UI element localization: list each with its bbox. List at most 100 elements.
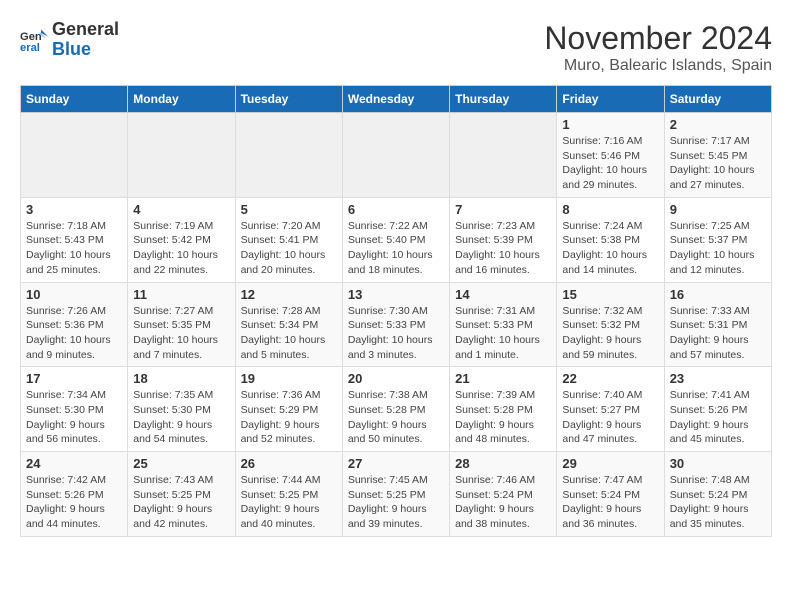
calendar-cell: 5 Sunrise: 7:20 AMSunset: 5:41 PMDaylight… bbox=[235, 197, 342, 282]
day-info: Sunrise: 7:20 AMSunset: 5:41 PMDaylight:… bbox=[241, 219, 337, 278]
header-day-thursday: Thursday bbox=[450, 86, 557, 113]
day-number: 17 bbox=[26, 371, 122, 386]
day-info: Sunrise: 7:48 AMSunset: 5:24 PMDaylight:… bbox=[670, 473, 766, 532]
calendar-cell: 9 Sunrise: 7:25 AMSunset: 5:37 PMDaylight… bbox=[664, 197, 771, 282]
day-number: 15 bbox=[562, 287, 658, 302]
calendar-week-1: 3 Sunrise: 7:18 AMSunset: 5:43 PMDaylight… bbox=[21, 197, 772, 282]
day-info: Sunrise: 7:40 AMSunset: 5:27 PMDaylight:… bbox=[562, 388, 658, 447]
day-number: 22 bbox=[562, 371, 658, 386]
day-info: Sunrise: 7:31 AMSunset: 5:33 PMDaylight:… bbox=[455, 304, 551, 363]
day-number: 1 bbox=[562, 117, 658, 132]
day-number: 16 bbox=[670, 287, 766, 302]
day-number: 10 bbox=[26, 287, 122, 302]
day-info: Sunrise: 7:47 AMSunset: 5:24 PMDaylight:… bbox=[562, 473, 658, 532]
calendar-cell bbox=[235, 113, 342, 198]
calendar-cell: 16 Sunrise: 7:33 AMSunset: 5:31 PMDayligh… bbox=[664, 282, 771, 367]
header: Gen eral General Blue November 2024 Muro… bbox=[20, 20, 772, 75]
day-info: Sunrise: 7:30 AMSunset: 5:33 PMDaylight:… bbox=[348, 304, 444, 363]
day-number: 2 bbox=[670, 117, 766, 132]
day-info: Sunrise: 7:24 AMSunset: 5:38 PMDaylight:… bbox=[562, 219, 658, 278]
location-title: Muro, Balearic Islands, Spain bbox=[544, 57, 772, 75]
day-number: 26 bbox=[241, 456, 337, 471]
header-day-friday: Friday bbox=[557, 86, 664, 113]
day-number: 19 bbox=[241, 371, 337, 386]
month-title: November 2024 bbox=[544, 20, 772, 57]
calendar-cell: 19Sunrise: 7:36 AMSunset: 5:29 PMDayligh… bbox=[235, 367, 342, 452]
calendar-cell: 2 Sunrise: 7:17 AMSunset: 5:45 PMDaylight… bbox=[664, 113, 771, 198]
day-number: 20 bbox=[348, 371, 444, 386]
calendar-cell: 8 Sunrise: 7:24 AMSunset: 5:38 PMDaylight… bbox=[557, 197, 664, 282]
calendar-cell: 1 Sunrise: 7:16 AMSunset: 5:46 PMDaylight… bbox=[557, 113, 664, 198]
day-number: 3 bbox=[26, 202, 122, 217]
calendar-week-4: 24Sunrise: 7:42 AMSunset: 5:26 PMDayligh… bbox=[21, 452, 772, 537]
logo-general: General bbox=[52, 20, 119, 40]
svg-text:Gen: Gen bbox=[20, 31, 42, 43]
calendar-cell: 28 Sunrise: 7:46 AMSunset: 5:24 PMDayligh… bbox=[450, 452, 557, 537]
calendar-cell: 24Sunrise: 7:42 AMSunset: 5:26 PMDayligh… bbox=[21, 452, 128, 537]
day-number: 30 bbox=[670, 456, 766, 471]
day-number: 24 bbox=[26, 456, 122, 471]
day-number: 21 bbox=[455, 371, 551, 386]
calendar-cell: 20Sunrise: 7:38 AMSunset: 5:28 PMDayligh… bbox=[342, 367, 449, 452]
day-number: 18 bbox=[133, 371, 229, 386]
calendar-cell: 15 Sunrise: 7:32 AMSunset: 5:32 PMDayligh… bbox=[557, 282, 664, 367]
day-info: Sunrise: 7:32 AMSunset: 5:32 PMDaylight:… bbox=[562, 304, 658, 363]
day-info: Sunrise: 7:26 AMSunset: 5:36 PMDaylight:… bbox=[26, 304, 122, 363]
day-info: Sunrise: 7:28 AMSunset: 5:34 PMDaylight:… bbox=[241, 304, 337, 363]
day-info: Sunrise: 7:22 AMSunset: 5:40 PMDaylight:… bbox=[348, 219, 444, 278]
header-day-tuesday: Tuesday bbox=[235, 86, 342, 113]
day-number: 5 bbox=[241, 202, 337, 217]
day-number: 12 bbox=[241, 287, 337, 302]
day-number: 28 bbox=[455, 456, 551, 471]
day-info: Sunrise: 7:17 AMSunset: 5:45 PMDaylight:… bbox=[670, 134, 766, 193]
calendar-header-row: SundayMondayTuesdayWednesdayThursdayFrid… bbox=[21, 86, 772, 113]
day-info: Sunrise: 7:44 AMSunset: 5:25 PMDaylight:… bbox=[241, 473, 337, 532]
calendar-week-2: 10 Sunrise: 7:26 AMSunset: 5:36 PMDayligh… bbox=[21, 282, 772, 367]
calendar-cell bbox=[450, 113, 557, 198]
day-info: Sunrise: 7:16 AMSunset: 5:46 PMDaylight:… bbox=[562, 134, 658, 193]
calendar-cell: 27Sunrise: 7:45 AMSunset: 5:25 PMDayligh… bbox=[342, 452, 449, 537]
day-info: Sunrise: 7:46 AMSunset: 5:24 PMDaylight:… bbox=[455, 473, 551, 532]
day-info: Sunrise: 7:18 AMSunset: 5:43 PMDaylight:… bbox=[26, 219, 122, 278]
day-number: 9 bbox=[670, 202, 766, 217]
calendar-week-3: 17 Sunrise: 7:34 AMSunset: 5:30 PMDayligh… bbox=[21, 367, 772, 452]
day-info: Sunrise: 7:45 AMSunset: 5:25 PMDaylight:… bbox=[348, 473, 444, 532]
day-number: 14 bbox=[455, 287, 551, 302]
day-number: 7 bbox=[455, 202, 551, 217]
calendar-cell: 23Sunrise: 7:41 AMSunset: 5:26 PMDayligh… bbox=[664, 367, 771, 452]
header-day-saturday: Saturday bbox=[664, 86, 771, 113]
calendar-cell: 12 Sunrise: 7:28 AMSunset: 5:34 PMDayligh… bbox=[235, 282, 342, 367]
calendar-cell: 11 Sunrise: 7:27 AMSunset: 5:35 PMDayligh… bbox=[128, 282, 235, 367]
day-number: 8 bbox=[562, 202, 658, 217]
day-number: 11 bbox=[133, 287, 229, 302]
day-info: Sunrise: 7:25 AMSunset: 5:37 PMDaylight:… bbox=[670, 219, 766, 278]
day-number: 13 bbox=[348, 287, 444, 302]
calendar-cell: 25Sunrise: 7:43 AMSunset: 5:25 PMDayligh… bbox=[128, 452, 235, 537]
logo: Gen eral General Blue bbox=[20, 20, 119, 60]
calendar-cell: 13 Sunrise: 7:30 AMSunset: 5:33 PMDayligh… bbox=[342, 282, 449, 367]
day-info: Sunrise: 7:23 AMSunset: 5:39 PMDaylight:… bbox=[455, 219, 551, 278]
day-info: Sunrise: 7:33 AMSunset: 5:31 PMDaylight:… bbox=[670, 304, 766, 363]
calendar-cell: 22 Sunrise: 7:40 AMSunset: 5:27 PMDayligh… bbox=[557, 367, 664, 452]
day-info: Sunrise: 7:27 AMSunset: 5:35 PMDaylight:… bbox=[133, 304, 229, 363]
calendar-table: SundayMondayTuesdayWednesdayThursdayFrid… bbox=[20, 85, 772, 537]
calendar-cell: 26 Sunrise: 7:44 AMSunset: 5:25 PMDayligh… bbox=[235, 452, 342, 537]
day-info: Sunrise: 7:19 AMSunset: 5:42 PMDaylight:… bbox=[133, 219, 229, 278]
calendar-body: 1 Sunrise: 7:16 AMSunset: 5:46 PMDaylight… bbox=[21, 113, 772, 537]
day-number: 6 bbox=[348, 202, 444, 217]
logo-icon: Gen eral bbox=[20, 26, 48, 54]
calendar-cell bbox=[128, 113, 235, 198]
header-day-sunday: Sunday bbox=[21, 86, 128, 113]
calendar-cell bbox=[342, 113, 449, 198]
calendar-cell: 21 Sunrise: 7:39 AMSunset: 5:28 PMDayligh… bbox=[450, 367, 557, 452]
logo-blue: Blue bbox=[52, 40, 119, 60]
calendar-cell: 10 Sunrise: 7:26 AMSunset: 5:36 PMDayligh… bbox=[21, 282, 128, 367]
header-day-monday: Monday bbox=[128, 86, 235, 113]
calendar-week-0: 1 Sunrise: 7:16 AMSunset: 5:46 PMDaylight… bbox=[21, 113, 772, 198]
calendar-cell: 18 Sunrise: 7:35 AMSunset: 5:30 PMDayligh… bbox=[128, 367, 235, 452]
day-number: 23 bbox=[670, 371, 766, 386]
day-info: Sunrise: 7:34 AMSunset: 5:30 PMDaylight:… bbox=[26, 388, 122, 447]
day-info: Sunrise: 7:39 AMSunset: 5:28 PMDaylight:… bbox=[455, 388, 551, 447]
calendar-cell: 6 Sunrise: 7:22 AMSunset: 5:40 PMDaylight… bbox=[342, 197, 449, 282]
day-info: Sunrise: 7:35 AMSunset: 5:30 PMDaylight:… bbox=[133, 388, 229, 447]
